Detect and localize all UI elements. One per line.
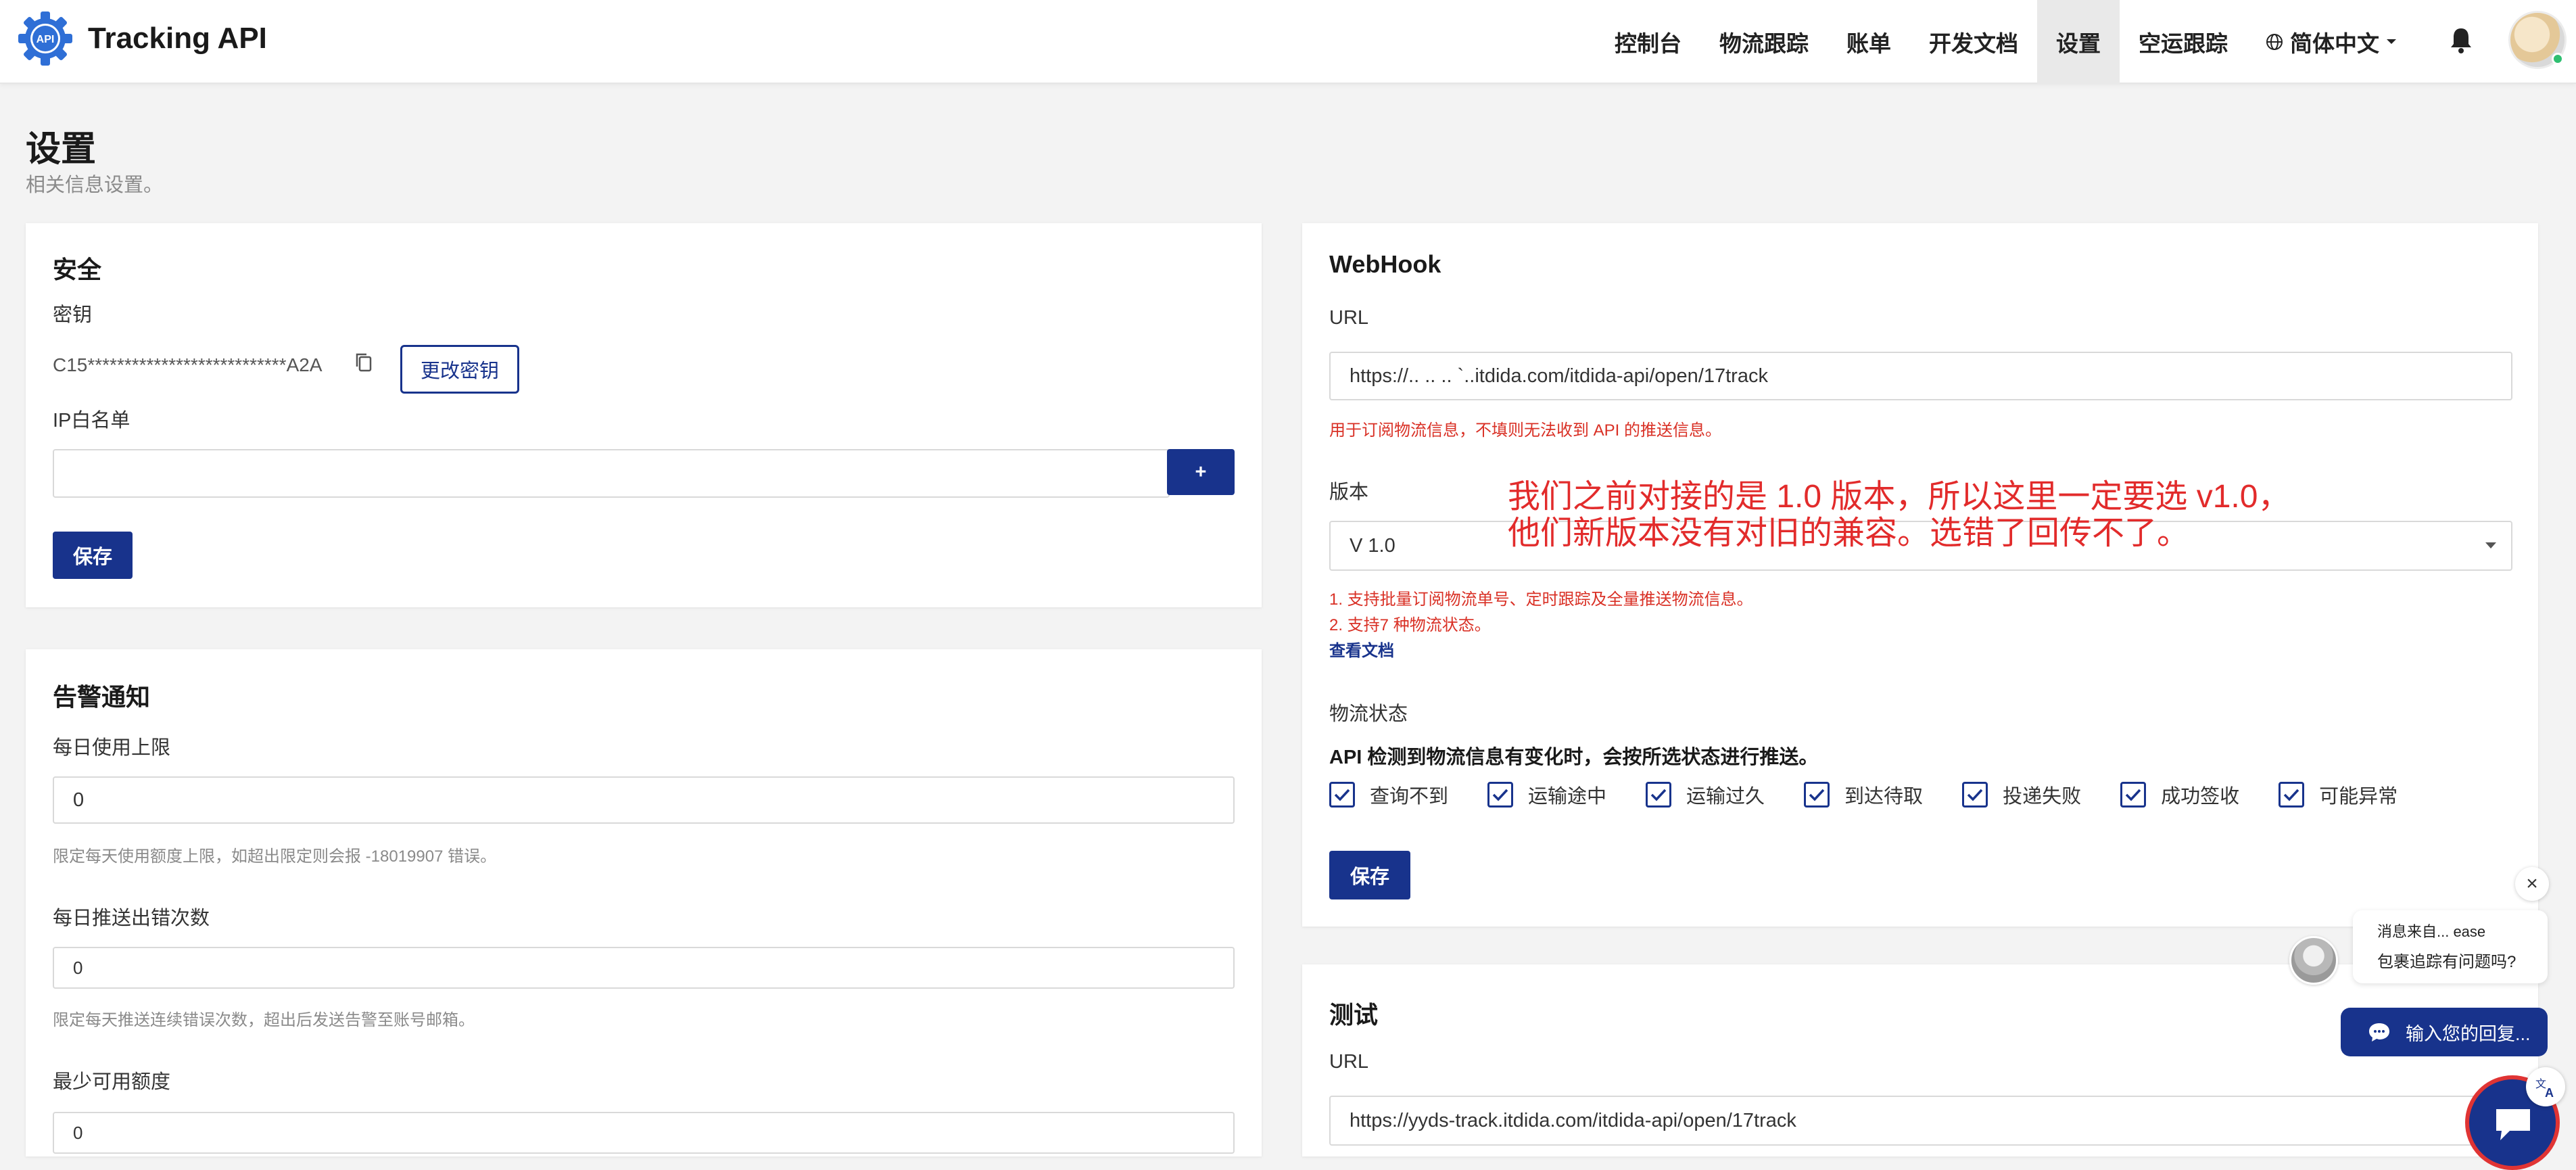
min-quota-label: 最少可用额度 (53, 1071, 171, 1093)
test-url-label: URL (1329, 1051, 1369, 1073)
status-label: 到达待取 (1844, 786, 1924, 808)
logo-text: API (37, 34, 55, 45)
logistics-status-description: API 检测到物流信息有变化时，会按所选状态进行推送。 (1329, 747, 1819, 768)
alert-title: 告警通知 (53, 683, 151, 711)
chat-bubble-icon (2369, 1023, 2389, 1042)
webhook-url-input[interactable]: https://.. .. .. `..itdida.com/itdida-ap… (1329, 352, 2512, 400)
push-errors-input[interactable]: 0 (53, 947, 1235, 989)
version-label: 版本 (1329, 482, 1369, 503)
dropdown-arrow-icon (2485, 542, 2496, 548)
test-card: 测试 URL https://yyds-track.itdida.com/itd… (1302, 964, 2538, 1156)
push-errors-hint: 限定每天推送连续错误次数，超出后发送告警至账号邮箱。 (53, 1011, 475, 1029)
chat-sender: 消息来自... ease (2377, 923, 2486, 940)
change-key-button[interactable]: 更改密钥 (400, 345, 519, 394)
status-checkbox-in-transit[interactable]: 运输途中 (1487, 780, 1606, 809)
chat-agent-avatar (2289, 936, 2338, 985)
checkbox-checked-icon (1646, 782, 1672, 808)
bell-icon[interactable] (2448, 26, 2475, 55)
status-label: 运输过久 (1686, 786, 1765, 808)
nav-item-air-tracking[interactable]: 空运跟踪 (2120, 0, 2247, 84)
daily-limit-hint: 限定每天使用额度上限，如超出限定则会报 -18019907 错误。 (53, 847, 497, 866)
chevron-down-icon (2387, 39, 2396, 44)
checkbox-checked-icon (2120, 782, 2147, 808)
checkbox-checked-icon (1329, 782, 1355, 808)
ip-whitelist-label: IP白名单 (53, 410, 130, 431)
globe-icon (2266, 34, 2283, 50)
status-checkbox-delivered[interactable]: 成功签收 (2120, 780, 2239, 809)
status-checkbox-expired[interactable]: 运输过久 (1646, 780, 1765, 809)
language-label: 简体中文 (2290, 31, 2379, 56)
nav-item-billing[interactable]: 账单 (1828, 0, 1910, 84)
language-selector[interactable]: 简体中文 (2247, 0, 2416, 84)
chat-icon (2496, 1109, 2530, 1140)
logistics-status-checkboxes: 查询不到 运输途中 运输过久 到达待取 投递失败 成功签收 可能异常 (1329, 780, 2437, 809)
checkbox-checked-icon (1487, 782, 1514, 808)
online-status-dot (2552, 53, 2564, 65)
logistics-status-label: 物流状态 (1329, 703, 1408, 725)
checkbox-checked-icon (2279, 782, 2305, 808)
status-checkbox-pickup[interactable]: 到达待取 (1804, 780, 1923, 809)
nav-item-console[interactable]: 控制台 (1596, 0, 1700, 84)
status-label: 运输途中 (1528, 786, 1607, 808)
webhook-save-button[interactable]: 保存 (1329, 851, 1410, 899)
webhook-card: WebHook URL https://.. .. .. `..itdida.c… (1302, 223, 2538, 927)
daily-limit-input[interactable]: 0 (53, 776, 1235, 824)
status-label: 可能异常 (2319, 786, 2398, 808)
chat-message: 包裹追踪有问题吗? (2377, 953, 2517, 971)
api-logo-icon[interactable]: API (18, 11, 73, 66)
chat-message-bubble[interactable]: 消息来自... ease 包裹追踪有问题吗? (2353, 910, 2548, 983)
chat-close-button[interactable]: × (2515, 867, 2549, 901)
nav-item-settings[interactable]: 设置 (2037, 0, 2120, 84)
add-ip-button[interactable]: + (1167, 449, 1235, 495)
webhook-url-note: 用于订阅物流信息，不填则无法收到 API 的推送信息。 (1329, 421, 1722, 440)
min-quota-input[interactable]: 0 (53, 1112, 1235, 1154)
chat-reply-label: 输入您的回复... (2406, 1023, 2531, 1044)
status-checkbox-not-found[interactable]: 查询不到 (1329, 780, 1448, 809)
security-title: 安全 (53, 256, 102, 283)
nav-item-tracking[interactable]: 物流跟踪 (1700, 0, 1828, 84)
status-label: 投递失败 (2003, 786, 2082, 808)
red-annotation: 我们之前对接的是 1.0 版本，所以这里一定要选 v1.0， 他们新版本没有对旧… (1508, 479, 2290, 552)
nav-item-docs[interactable]: 开发文档 (1910, 0, 2037, 84)
page-title: 设置 (26, 130, 97, 169)
version-note-2: 2. 支持7 种物流状态。 (1329, 616, 1491, 634)
status-label: 查询不到 (1370, 786, 1449, 808)
status-checkbox-undelivered[interactable]: 投递失败 (1962, 780, 2081, 809)
webhook-url-label: URL (1329, 307, 1369, 329)
copy-icon[interactable] (354, 352, 373, 373)
webhook-title: WebHook (1329, 250, 1441, 278)
security-save-button[interactable]: 保存 (53, 532, 133, 579)
version-note-1: 1. 支持批量订阅物流单号、定时跟踪及全量推送物流信息。 (1329, 590, 1753, 609)
checkbox-checked-icon (1804, 782, 1830, 808)
secret-key-value: C15***************************A2A (53, 354, 323, 375)
annotation-line-1: 我们之前对接的是 1.0 版本，所以这里一定要选 v1.0， (1508, 479, 2291, 515)
alert-notification-card: 告警通知 每日使用上限 0 限定每天使用额度上限，如超出限定则会报 -18019… (26, 649, 1262, 1156)
daily-limit-label: 每日使用上限 (53, 737, 171, 759)
status-checkbox-exception[interactable]: 可能异常 (2279, 780, 2398, 809)
translate-button[interactable]: 文 A (2526, 1067, 2565, 1106)
view-docs-link[interactable]: 查看文档 (1329, 637, 1394, 661)
test-title: 测试 (1329, 1001, 1379, 1029)
svg-text:A: A (2545, 1086, 2554, 1098)
main-nav: 控制台 物流跟踪 账单 开发文档 设置 空运跟踪 简体中文 (1596, 0, 2416, 84)
push-errors-label: 每日推送出错次数 (53, 908, 210, 929)
chat-reply-button[interactable]: 输入您的回复... (2341, 1008, 2548, 1056)
translate-icon: 文 A (2535, 1077, 2554, 1098)
annotation-line-2: 他们新版本没有对旧的兼容。选错了回传不了。 (1508, 515, 2190, 551)
test-url-input[interactable]: https://yyds-track.itdida.com/itdida-api… (1329, 1096, 2512, 1146)
checkbox-checked-icon (1962, 782, 1988, 808)
top-navigation-bar: API Tracking API 控制台 物流跟踪 账单 开发文档 设置 空运跟… (0, 0, 2576, 84)
version-selected-value: V 1.0 (1350, 534, 1396, 557)
secret-key-label: 密钥 (53, 304, 93, 326)
brand-name[interactable]: Tracking API (88, 22, 267, 55)
ip-whitelist-input[interactable] (53, 449, 1170, 498)
security-card: 安全 密钥 C15***************************A2A … (26, 223, 1262, 607)
page-subtitle: 相关信息设置。 (26, 174, 164, 196)
status-label: 成功签收 (2161, 786, 2240, 808)
